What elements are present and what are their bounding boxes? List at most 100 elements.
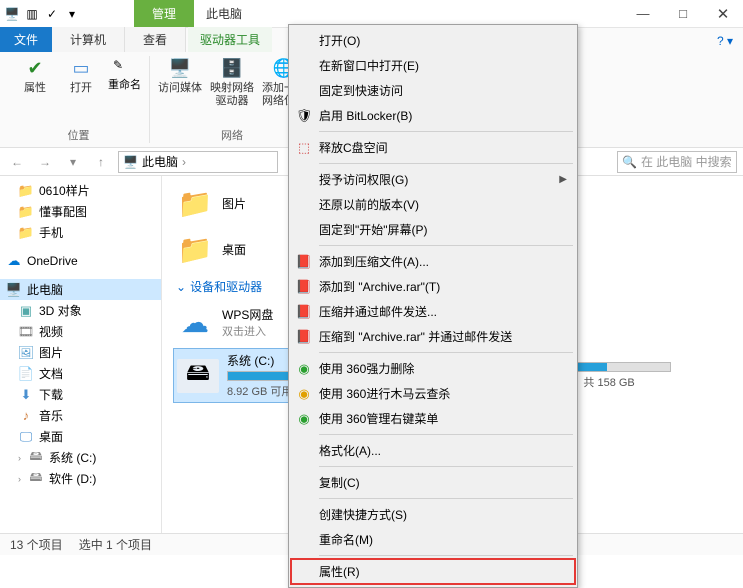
folder-icon: 📁 <box>18 225 34 241</box>
tree-docs[interactable]: 📄文档 <box>0 363 161 384</box>
tree-folder[interactable]: 📁0610样片 <box>0 180 161 201</box>
ctx-360-menu[interactable]: ◉使用 360管理右键菜单 <box>291 406 575 431</box>
properties-icon: ✔ <box>23 56 47 80</box>
ctx-pin-start[interactable]: 固定到"开始"屏幕(P) <box>291 217 575 242</box>
drive-icon: 🖴 <box>177 359 219 393</box>
ctx-add-rar[interactable]: 📕添加到压缩文件(A)... <box>291 249 575 274</box>
tree-drive-d[interactable]: ›🖴软件 (D:) <box>0 468 161 489</box>
tab-computer[interactable]: 计算机 <box>52 27 125 52</box>
ctx-properties[interactable]: 属性(R) <box>291 559 575 584</box>
ctx-bitlocker[interactable]: 🛡启用 BitLocker(B) <box>291 103 575 128</box>
ctx-shortcut[interactable]: 创建快捷方式(S) <box>291 502 575 527</box>
nav-tree: 📁0610样片 📁懂事配图 📁手机 ☁OneDrive 🖥️此电脑 ▣3D 对象… <box>0 176 162 533</box>
file-icon[interactable]: ▥ <box>24 6 40 22</box>
ctx-360-delete[interactable]: ◉使用 360强力删除 <box>291 356 575 381</box>
folder-icon: 📁 <box>176 184 214 222</box>
media-icon: 🖥️ <box>168 56 192 80</box>
doc-icon: 📄 <box>18 366 34 382</box>
ctx-compress-archive-mail[interactable]: 📕压缩到 "Archive.rar" 并通过邮件发送 <box>291 324 575 349</box>
tab-view[interactable]: 查看 <box>125 27 186 52</box>
ctx-pin-quick[interactable]: 固定到快速访问 <box>291 78 575 103</box>
archive-icon: 📕 <box>295 278 313 296</box>
breadcrumb[interactable]: 🖥️ 此电脑 › <box>118 151 278 173</box>
manage-tab-header: 管理 <box>134 0 194 27</box>
map-drive-icon: 🗄️ <box>220 56 244 80</box>
check-icon[interactable]: ✓ <box>44 6 60 22</box>
pc-icon: 🖥️ <box>6 282 22 298</box>
path-segment[interactable]: 此电脑 <box>142 153 178 170</box>
ctx-free-c[interactable]: ⬚释放C盘空间 <box>291 135 575 160</box>
open-icon: ▭ <box>69 56 93 80</box>
window-controls: — □ ✕ <box>623 0 743 27</box>
archive-icon: 📕 <box>295 328 313 346</box>
ctx-360-scan[interactable]: ◉使用 360进行木马云查杀 <box>291 381 575 406</box>
rename-icon: ✎ <box>110 57 126 73</box>
tree-downloads[interactable]: ⬇下载 <box>0 384 161 405</box>
360-icon: ◉ <box>295 360 313 378</box>
group-label-location: 位置 <box>68 127 90 143</box>
tree-music[interactable]: ♪音乐 <box>0 405 161 426</box>
cube-icon: ▣ <box>18 303 34 319</box>
shield-icon: 🛡 <box>295 107 313 125</box>
tree-desktop[interactable]: 🖵桌面 <box>0 426 161 447</box>
download-icon: ⬇ <box>18 387 34 403</box>
tree-pictures[interactable]: 🖼图片 <box>0 342 161 363</box>
tab-file[interactable]: 文件 <box>0 27 52 52</box>
minimize-button[interactable]: — <box>623 0 663 27</box>
cloud-icon: ☁ <box>176 303 214 341</box>
cloud-icon: ☁ <box>6 253 22 269</box>
nav-forward[interactable]: → <box>34 151 56 173</box>
tree-folder[interactable]: 📁手机 <box>0 222 161 243</box>
ctx-restore-prev[interactable]: 还原以前的版本(V) <box>291 192 575 217</box>
ctx-add-archive[interactable]: 📕添加到 "Archive.rar"(T) <box>291 274 575 299</box>
maximize-button[interactable]: □ <box>663 0 703 27</box>
desktop-icon: 🖵 <box>18 429 34 445</box>
help-button[interactable]: ? ▾ <box>707 30 743 52</box>
360-icon: ◉ <box>295 410 313 428</box>
context-menu: 打开(O) 在新窗口中打开(E) 固定到快速访问 🛡启用 BitLocker(B… <box>288 24 578 588</box>
tree-3d[interactable]: ▣3D 对象 <box>0 300 161 321</box>
search-placeholder: 在 此电脑 中搜索 <box>641 153 732 170</box>
archive-icon: 📕 <box>295 253 313 271</box>
properties-button[interactable]: ✔ 属性 <box>16 56 54 95</box>
quick-access-toolbar: 🖥️ ▥ ✓ ▾ <box>0 0 84 27</box>
chevron-right-icon: ▶ <box>559 174 567 185</box>
status-item-count: 13 个项目 <box>10 536 63 553</box>
map-drive-button[interactable]: 🗄️ 映射网络 驱动器 <box>210 56 254 108</box>
ctx-compress-mail[interactable]: 📕压缩并通过邮件发送... <box>291 299 575 324</box>
tree-onedrive[interactable]: ☁OneDrive <box>0 251 161 271</box>
group-label-network: 网络 <box>221 127 243 143</box>
music-icon: ♪ <box>18 408 34 424</box>
pc-icon: 🖥️ <box>123 155 138 169</box>
search-input[interactable]: 🔍 在 此电脑 中搜索 <box>617 151 737 173</box>
tab-drive-tools[interactable]: 驱动器工具 <box>188 27 272 52</box>
tree-drive-c[interactable]: ›🖴系统 (C:) <box>0 447 161 468</box>
window-title: 此电脑 <box>194 0 254 27</box>
tree-thispc[interactable]: 🖥️此电脑 <box>0 279 161 300</box>
search-icon: 🔍 <box>622 155 637 169</box>
ctx-copy[interactable]: 复制(C) <box>291 470 575 495</box>
ctx-open[interactable]: 打开(O) <box>291 28 575 53</box>
dropdown-icon[interactable]: ▾ <box>64 6 80 22</box>
close-button[interactable]: ✕ <box>703 0 743 27</box>
tree-folder[interactable]: 📁懂事配图 <box>0 201 161 222</box>
drive-icon: 🖴 <box>28 471 44 487</box>
ctx-new-window[interactable]: 在新窗口中打开(E) <box>291 53 575 78</box>
ribbon-group-location: ✔ 属性 ▭ 打开 ✎ 重命名 位置 <box>8 56 150 143</box>
media-button[interactable]: 🖥️ 访问媒体 <box>158 56 202 108</box>
chevron-right-icon: › <box>18 453 21 463</box>
rename-button[interactable]: ✎ <box>108 56 141 74</box>
ctx-rename[interactable]: 重命名(M) <box>291 527 575 552</box>
open-button[interactable]: ▭ 打开 <box>62 56 100 95</box>
archive-icon: 📕 <box>295 303 313 321</box>
nav-up[interactable]: ↑ <box>90 151 112 173</box>
ctx-grant-access[interactable]: 授予访问权限(G)▶ <box>291 167 575 192</box>
folder-icon: 📁 <box>176 230 214 268</box>
nav-back[interactable]: ← <box>6 151 28 173</box>
nav-history[interactable]: ▾ <box>62 151 84 173</box>
tree-video[interactable]: 🎞视频 <box>0 321 161 342</box>
drive-icon: 🖴 <box>28 450 44 466</box>
ctx-format[interactable]: 格式化(A)... <box>291 438 575 463</box>
chevron-right-icon: › <box>182 155 186 169</box>
chevron-down-icon: ⌄ <box>176 280 186 294</box>
